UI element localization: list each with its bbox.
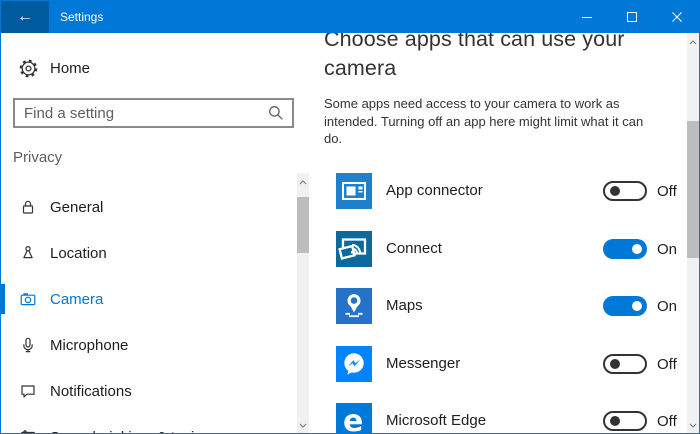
sidebar-section-privacy: Privacy bbox=[13, 149, 63, 166]
page-description: Some apps need access to your camera to … bbox=[324, 96, 644, 146]
sidebar-item-microphone[interactable]: Microphone bbox=[1, 322, 297, 368]
toggle-maps[interactable] bbox=[603, 296, 647, 316]
speech-inking-typing-icon bbox=[21, 429, 35, 433]
toggle-state-label: On bbox=[657, 241, 678, 258]
close-icon bbox=[671, 12, 682, 22]
settings-window: ← Settings Home Privacy bbox=[0, 0, 700, 434]
toggle-knob bbox=[610, 186, 620, 196]
toggle-app-connector[interactable] bbox=[603, 181, 647, 201]
app-row-connect: Connect On bbox=[336, 231, 694, 271]
content-scrollbar-thumb[interactable] bbox=[687, 121, 699, 258]
sidebar-item-home[interactable]: Home bbox=[1, 51, 291, 85]
messenger-icon bbox=[336, 346, 372, 382]
content-scrollbar[interactable] bbox=[687, 33, 699, 433]
app-name: App connector bbox=[386, 182, 483, 199]
sidebar-item-label: Camera bbox=[50, 290, 104, 308]
maximize-icon bbox=[626, 12, 637, 22]
sidebar-item-camera[interactable]: Camera bbox=[1, 276, 297, 322]
microphone-icon bbox=[23, 337, 33, 353]
app-row-app-connector: App connector Off bbox=[336, 173, 694, 213]
toggle-knob bbox=[610, 416, 620, 426]
sidebar-scrollbar-thumb[interactable] bbox=[297, 197, 309, 253]
sidebar-item-label: Location bbox=[50, 244, 107, 262]
sidebar-item-location[interactable]: Location bbox=[1, 230, 297, 276]
microsoft-edge-icon: e bbox=[336, 403, 372, 434]
sidebar-item-notifications[interactable]: Notifications bbox=[1, 368, 297, 414]
sidebar-item-label: Speech, inking, & typing bbox=[50, 429, 211, 434]
toggle-state-label: On bbox=[657, 298, 678, 315]
maps-icon bbox=[336, 288, 372, 324]
minimize-button[interactable] bbox=[564, 1, 609, 33]
search-icon bbox=[269, 106, 283, 120]
scroll-up-arrow-icon[interactable] bbox=[687, 35, 699, 49]
sidebar-item-label: Home bbox=[50, 59, 91, 77]
edge-e-glyph: e bbox=[343, 404, 364, 434]
sidebar-item-label: Microphone bbox=[50, 336, 129, 354]
toggle-knob bbox=[632, 244, 642, 254]
sidebar-scrollbar[interactable] bbox=[297, 173, 309, 433]
scroll-down-arrow-icon[interactable] bbox=[297, 418, 309, 432]
sidebar-item-label: General bbox=[50, 198, 104, 216]
camera-icon bbox=[20, 293, 36, 306]
toggle-state-label: Off bbox=[657, 356, 677, 373]
toggle-connect[interactable] bbox=[603, 239, 647, 259]
toggle-microsoft-edge[interactable] bbox=[603, 411, 647, 431]
toggle-knob bbox=[610, 359, 620, 369]
close-button[interactable] bbox=[654, 1, 699, 33]
app-row-messenger: Messenger Off bbox=[336, 346, 694, 386]
toggle-state-label: Off bbox=[657, 183, 677, 200]
search-box bbox=[13, 98, 294, 128]
lock-icon bbox=[22, 200, 34, 214]
app-row-microsoft-edge: e Microsoft Edge Off bbox=[336, 403, 694, 434]
app-name: Microsoft Edge bbox=[386, 412, 487, 429]
app-name: Maps bbox=[386, 297, 423, 314]
gear-icon bbox=[19, 59, 38, 77]
window-title: Settings bbox=[60, 10, 104, 24]
app-name: Messenger bbox=[386, 355, 461, 372]
page-title: Choose apps that can use your camera bbox=[324, 27, 625, 80]
app-row-maps: Maps On bbox=[336, 288, 694, 328]
app-connector-icon bbox=[336, 173, 372, 209]
back-arrow-icon: ← bbox=[17, 8, 33, 25]
back-button[interactable]: ← bbox=[1, 1, 49, 33]
titlebar: ← Settings bbox=[1, 1, 699, 33]
sidebar-item-speech-inking-typing[interactable]: Speech, inking, & typing bbox=[1, 414, 297, 434]
sidebar-item-general[interactable]: General bbox=[1, 184, 297, 230]
toggle-messenger[interactable] bbox=[603, 354, 647, 374]
window-controls bbox=[564, 1, 699, 33]
connect-icon bbox=[336, 231, 372, 267]
location-icon bbox=[23, 245, 33, 259]
scroll-up-arrow-icon[interactable] bbox=[297, 175, 309, 189]
minimize-icon bbox=[581, 17, 592, 18]
sidebar-item-label: Notifications bbox=[50, 382, 132, 400]
toggle-state-label: Off bbox=[657, 413, 677, 430]
search-input[interactable] bbox=[15, 100, 267, 126]
toggle-knob bbox=[632, 301, 642, 311]
notifications-icon bbox=[21, 385, 35, 398]
app-name: Connect bbox=[386, 240, 442, 257]
maximize-button[interactable] bbox=[609, 1, 654, 33]
selected-indicator bbox=[1, 284, 5, 314]
scroll-down-arrow-icon[interactable] bbox=[687, 418, 699, 432]
